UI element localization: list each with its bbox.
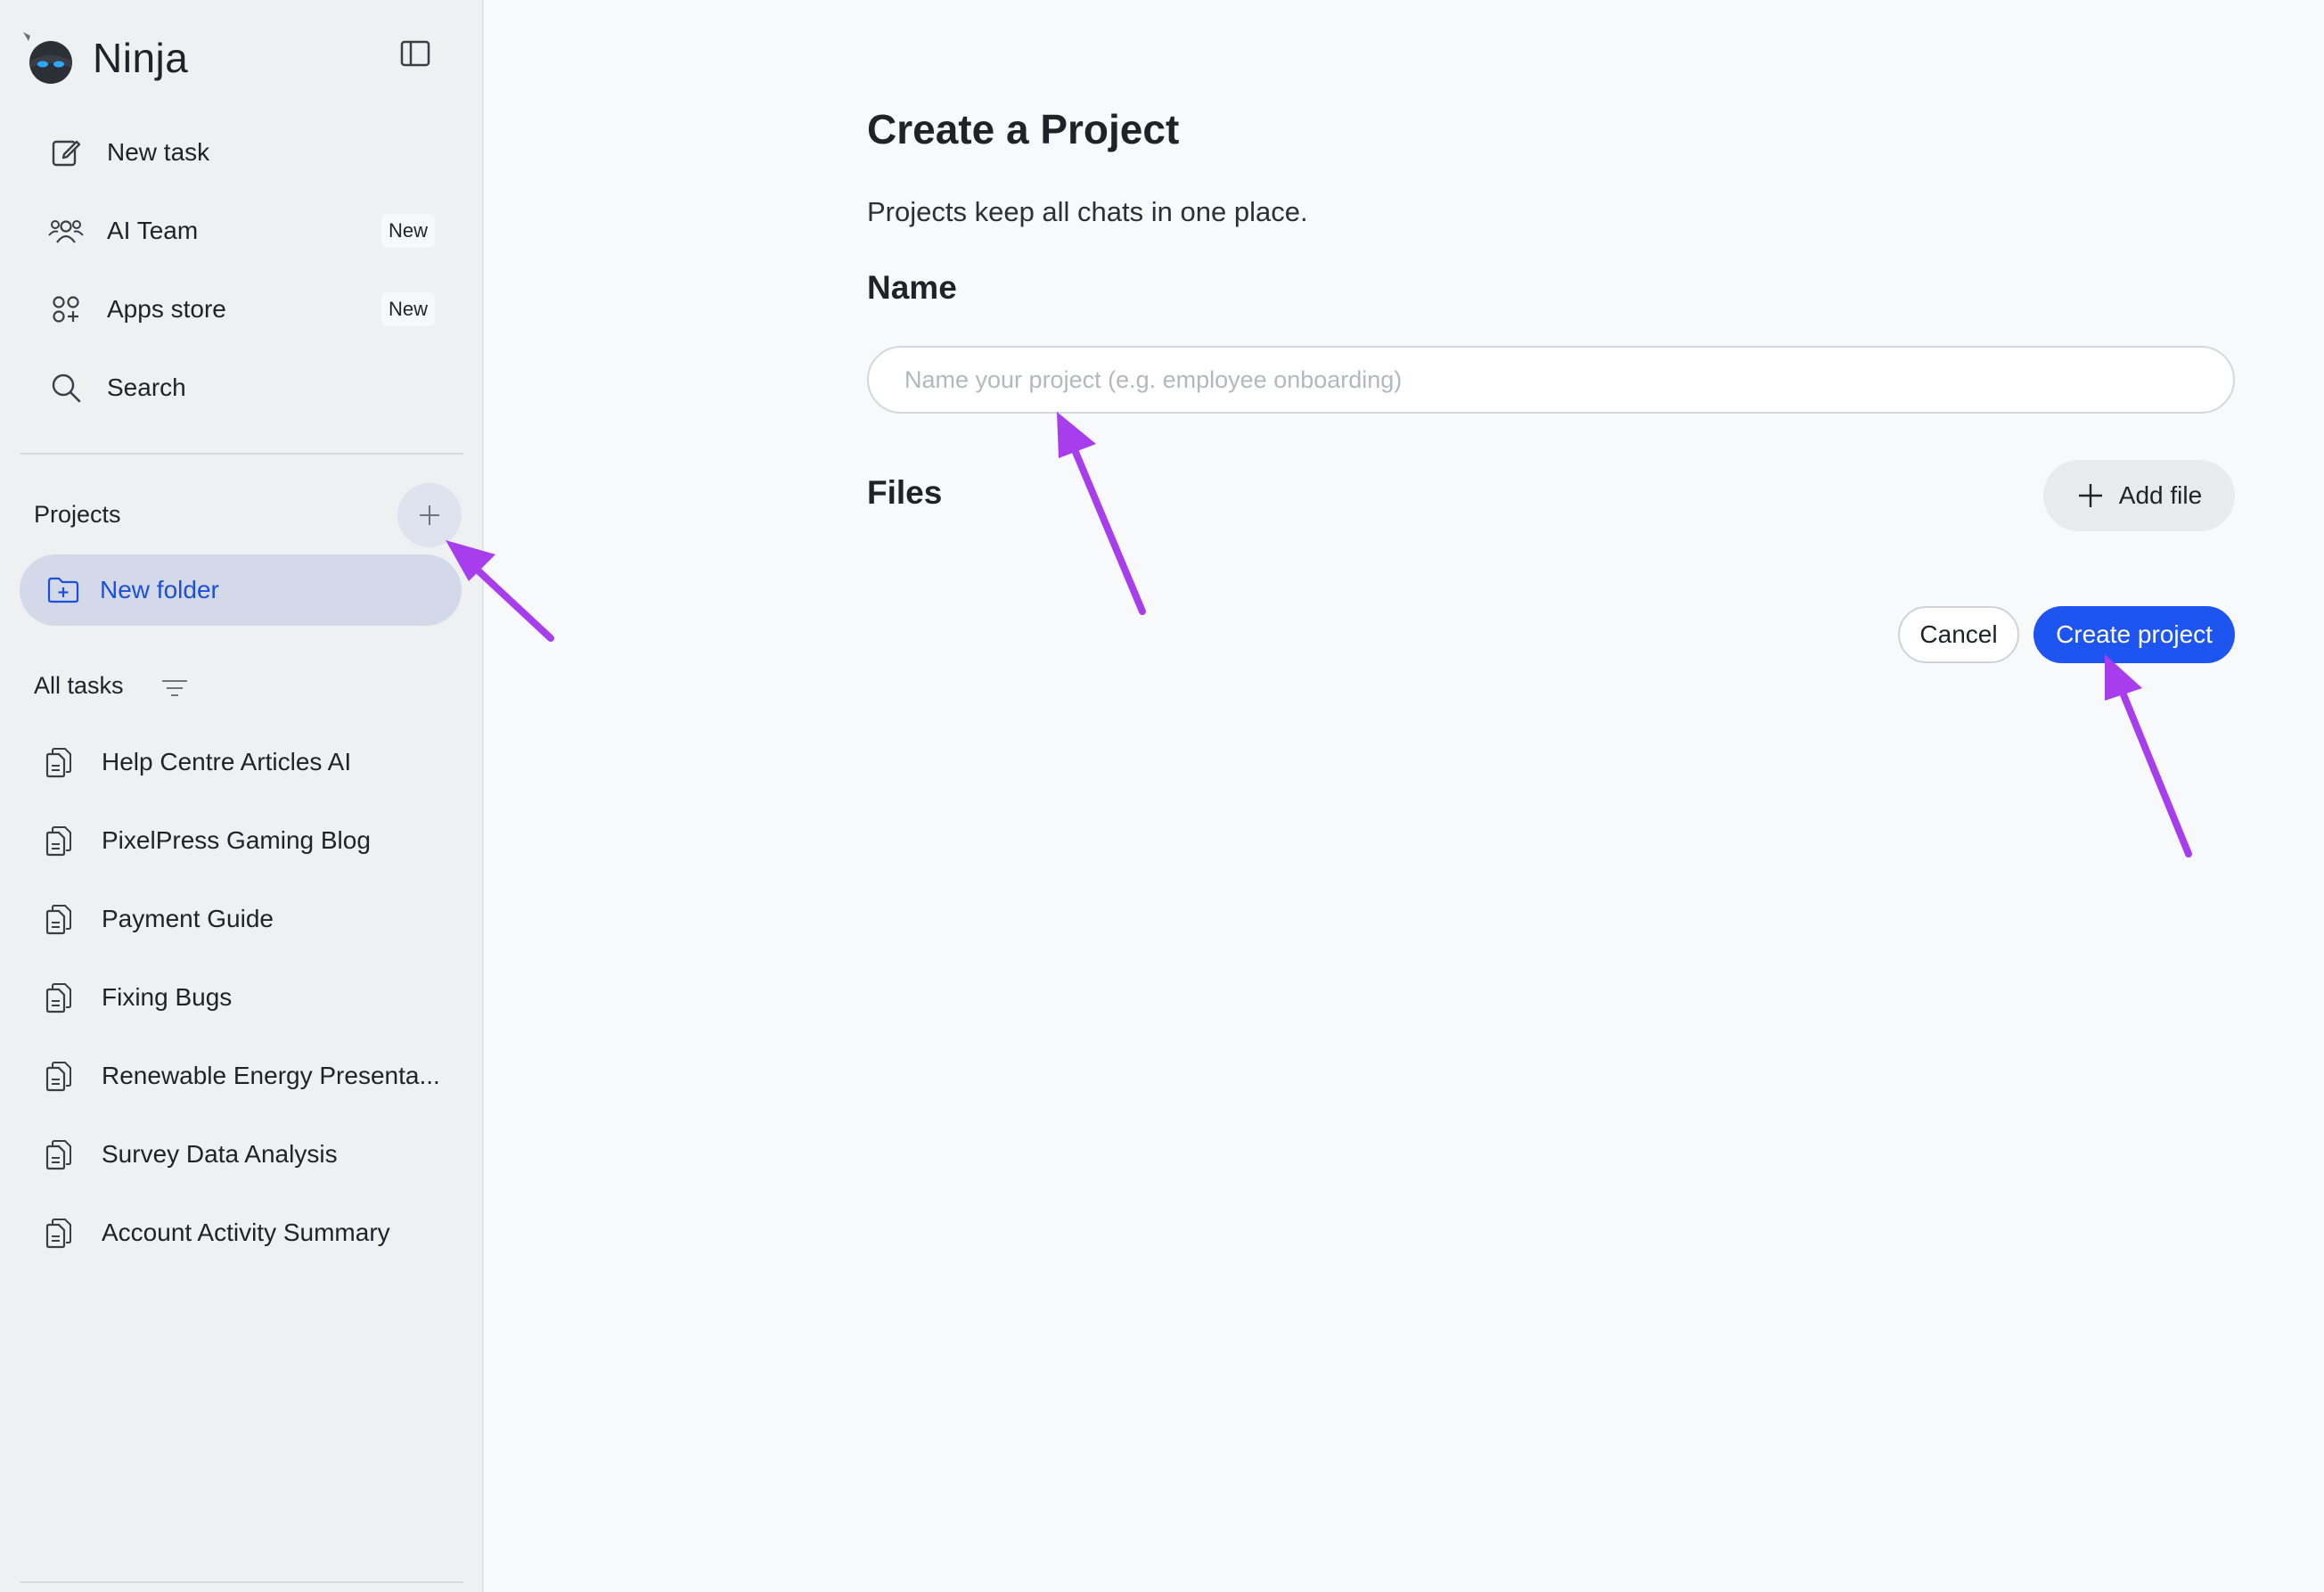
nav-ai-team[interactable]: AI Team New bbox=[32, 200, 442, 262]
folder-add-icon bbox=[47, 577, 79, 603]
task-label: Payment Guide bbox=[102, 905, 274, 932]
nav-label: Apps store bbox=[107, 295, 226, 323]
create-project-panel: Create a Project Projects keep all chats… bbox=[486, 0, 2324, 1592]
task-item[interactable]: Fixing Bugs bbox=[32, 966, 451, 1029]
new-badge: New bbox=[381, 214, 435, 248]
task-label: PixelPress Gaming Blog bbox=[102, 826, 371, 854]
task-item[interactable]: Renewable Energy Presenta... bbox=[32, 1045, 451, 1107]
cancel-button[interactable]: Cancel bbox=[1898, 606, 2019, 663]
all-tasks-heading: All tasks bbox=[34, 672, 124, 699]
document-icon bbox=[32, 825, 86, 857]
nav-label: AI Team bbox=[107, 217, 199, 244]
nav-label: New task bbox=[107, 138, 210, 166]
nav-search[interactable]: Search bbox=[32, 357, 442, 419]
projects-heading: Projects bbox=[34, 501, 121, 528]
task-label: Renewable Energy Presenta... bbox=[102, 1062, 440, 1089]
folder-label: New folder bbox=[100, 576, 219, 603]
document-icon bbox=[32, 1060, 86, 1092]
document-icon bbox=[32, 903, 86, 935]
document-icon bbox=[32, 1138, 86, 1170]
filter-icon[interactable] bbox=[159, 676, 191, 701]
task-item[interactable]: Payment Guide bbox=[32, 888, 451, 950]
apps-icon bbox=[32, 294, 100, 324]
task-item[interactable]: Help Centre Articles AI bbox=[32, 731, 451, 793]
document-icon bbox=[32, 981, 86, 1013]
project-name-input[interactable] bbox=[867, 346, 2235, 414]
task-item[interactable]: Survey Data Analysis bbox=[32, 1123, 451, 1186]
sidebar-bottom-divider bbox=[20, 1581, 463, 1583]
document-icon bbox=[32, 1217, 86, 1249]
task-label: Help Centre Articles AI bbox=[102, 748, 352, 775]
name-label: Name bbox=[867, 269, 957, 306]
document-icon bbox=[32, 746, 86, 778]
nav-label: Search bbox=[107, 373, 186, 401]
sidebar-toggle-button[interactable] bbox=[397, 37, 433, 70]
task-label: Fixing Bugs bbox=[102, 983, 233, 1011]
task-item[interactable]: Account Activity Summary bbox=[32, 1202, 451, 1264]
plus-icon bbox=[420, 505, 439, 525]
sidebar-divider bbox=[20, 453, 463, 455]
team-icon bbox=[32, 216, 100, 246]
new-badge: New bbox=[381, 292, 435, 326]
sidebar-panel-icon bbox=[400, 40, 430, 67]
sidebar: Ninja New task AI Team New Apps store Ne… bbox=[0, 0, 484, 1592]
nav-new-task[interactable]: New task bbox=[32, 121, 442, 184]
nav-apps-store[interactable]: Apps store New bbox=[32, 278, 442, 341]
page-title: Create a Project bbox=[867, 106, 1180, 152]
search-icon bbox=[32, 372, 100, 404]
task-item[interactable]: PixelPress Gaming Blog bbox=[32, 809, 451, 872]
project-new-folder[interactable]: New folder bbox=[20, 554, 462, 626]
create-project-button[interactable]: Create project bbox=[2034, 606, 2235, 663]
add-file-label: Add file bbox=[2118, 481, 2203, 509]
plus-icon bbox=[2078, 484, 2102, 507]
edit-icon bbox=[32, 136, 100, 168]
page-subtitle: Projects keep all chats in one place. bbox=[867, 196, 1308, 227]
add-project-button[interactable] bbox=[397, 483, 462, 547]
task-label: Survey Data Analysis bbox=[102, 1140, 338, 1168]
ninja-logo-icon bbox=[23, 32, 72, 84]
files-label: Files bbox=[867, 474, 943, 511]
brand-name: Ninja bbox=[93, 35, 189, 81]
brand[interactable]: Ninja bbox=[21, 25, 188, 91]
task-label: Account Activity Summary bbox=[102, 1219, 390, 1246]
add-file-button[interactable]: Add file bbox=[2043, 460, 2235, 531]
